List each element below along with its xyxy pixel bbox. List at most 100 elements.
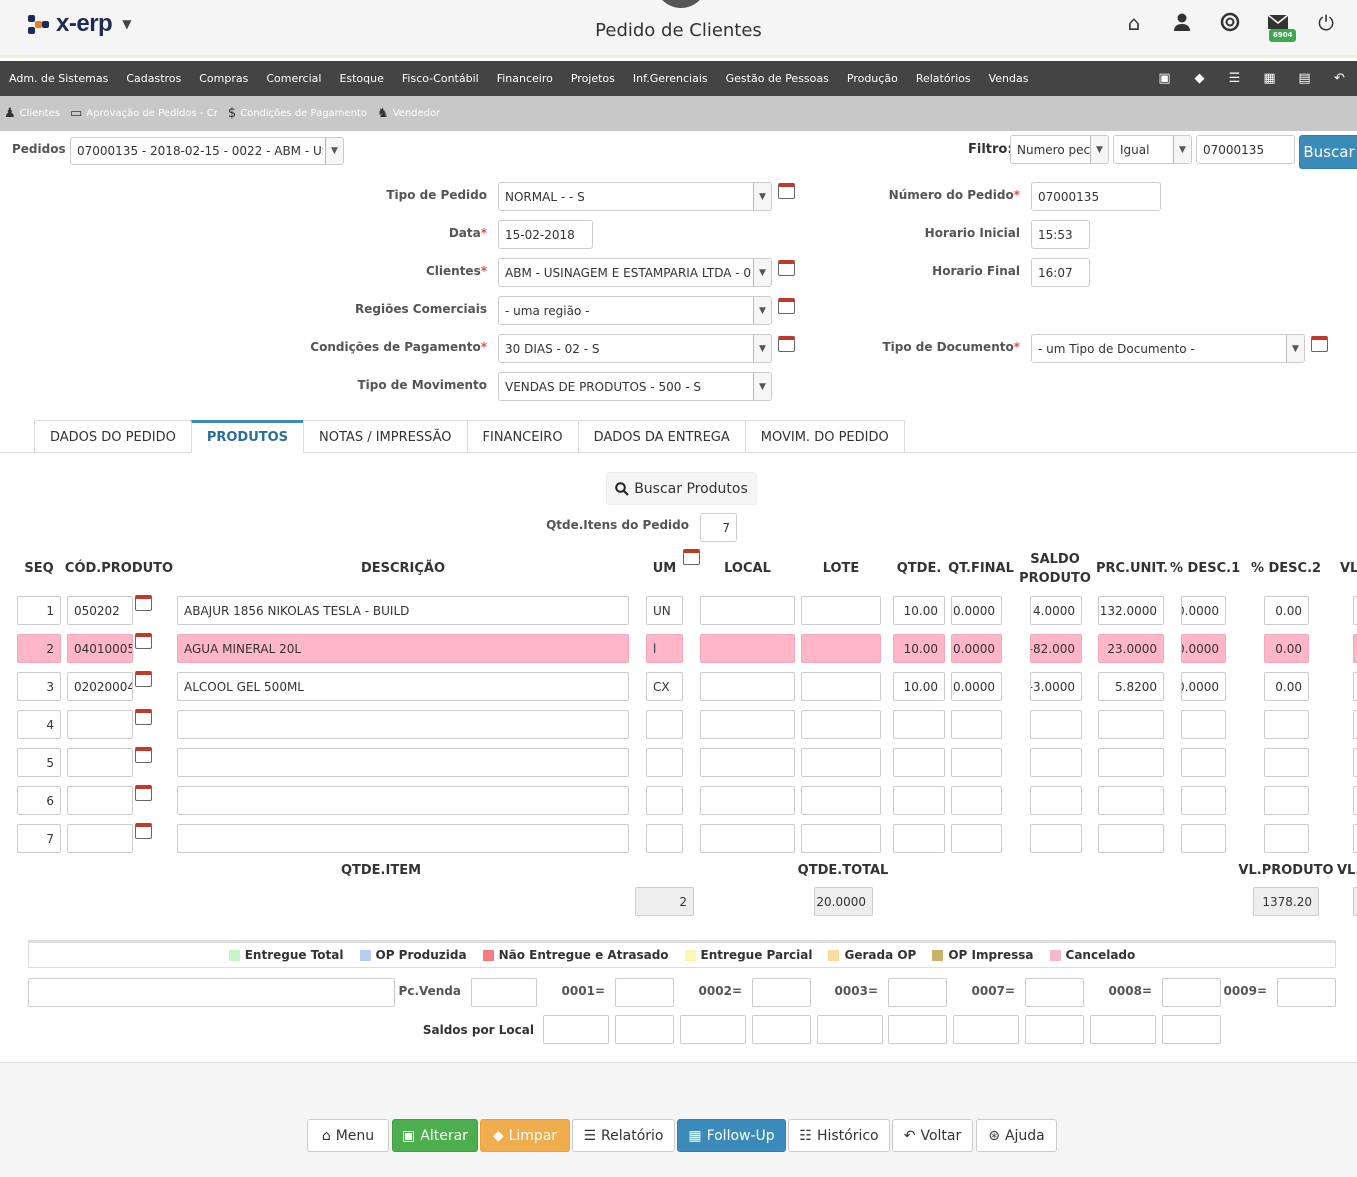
tab-notas-impressao[interactable]: NOTAS / IMPRESSÃO	[303, 420, 468, 453]
shortcut-vendedor[interactable]: ♞ Vendedor	[377, 106, 440, 121]
cell-desc[interactable]	[177, 824, 629, 853]
cell-prc[interactable]: 132.0000	[1098, 596, 1164, 625]
data-input[interactable]: 15-02-2018	[498, 220, 593, 249]
tipo-documento-select[interactable]: - um Tipo de Documento - ▼	[1031, 334, 1305, 363]
filtro-field-select[interactable]: Numero pec ▼	[1010, 135, 1109, 164]
price-0008-input[interactable]	[1162, 978, 1221, 1007]
menu-adm-sistemas[interactable]: Adm. de Sistemas	[0, 72, 117, 85]
cell-cod[interactable]: 050202	[67, 596, 133, 625]
cell-lote[interactable]	[801, 710, 881, 739]
cell-qtfinal[interactable]	[951, 824, 1002, 853]
back-arrow-icon[interactable]: ↶	[1322, 71, 1357, 86]
cell-qtfinal[interactable]	[951, 710, 1002, 739]
cell-cod[interactable]	[67, 710, 133, 739]
limpar-button[interactable]: ◆ Limpar	[480, 1119, 570, 1152]
cell-desc2[interactable]: 0.00	[1264, 672, 1309, 701]
cell-cod[interactable]	[67, 824, 133, 853]
cell-qtfinal[interactable]	[951, 786, 1002, 815]
table-icon[interactable]: ▦	[1252, 71, 1287, 86]
cell-um[interactable]: CX	[646, 672, 683, 701]
cell-local[interactable]	[700, 748, 795, 777]
tab-produtos[interactable]: PRODUTOS	[190, 420, 305, 453]
cell-vl[interactable]	[1353, 672, 1357, 701]
cell-saldo[interactable]	[1030, 710, 1082, 739]
cell-desc2[interactable]	[1264, 710, 1309, 739]
condicoes-select[interactable]: 30 DIAS - 02 - S ▼	[498, 334, 772, 363]
price-0002-input[interactable]	[752, 978, 811, 1007]
cell-desc2[interactable]	[1264, 748, 1309, 777]
clientes-select[interactable]: ABM - USINAGEM E ESTAMPARIA LTDA - 002 ▼	[498, 258, 772, 287]
cell-qtde[interactable]: 10.00	[893, 596, 945, 625]
saldo-local-input[interactable]	[615, 1015, 674, 1044]
calendar-icon[interactable]	[135, 595, 152, 611]
save-icon[interactable]: ▣	[1147, 71, 1182, 86]
relatorio-button[interactable]: ☰ Relatório	[572, 1119, 675, 1152]
cell-local[interactable]	[700, 596, 795, 625]
historico-button[interactable]: ☷ Histórico	[788, 1119, 890, 1152]
cell-lote[interactable]	[801, 748, 881, 777]
cell-lote[interactable]	[801, 824, 881, 853]
cell-vl[interactable]	[1353, 748, 1357, 777]
cell-vl[interactable]	[1353, 634, 1357, 663]
calendar-icon[interactable]	[778, 260, 795, 276]
cell-desc[interactable]: ALCOOL GEL 500ML	[177, 672, 629, 701]
cell-prc[interactable]	[1098, 824, 1164, 853]
tab-financeiro[interactable]: FINANCEIRO	[466, 420, 579, 453]
saldo-local-input[interactable]	[1025, 1015, 1084, 1044]
cell-prc[interactable]: 5.8200	[1098, 672, 1164, 701]
cell-um[interactable]: l	[646, 634, 683, 663]
cell-qtfinal[interactable]: 10.0000	[951, 596, 1002, 625]
cell-desc2[interactable]: 0.00	[1264, 634, 1309, 663]
price-note-input[interactable]	[28, 978, 395, 1007]
cell-desc[interactable]: ABAJUR 1856 NIKOLAS TESLA - BUILD	[177, 596, 629, 625]
cell-qtde[interactable]: 10.00	[893, 672, 945, 701]
menu-producao[interactable]: Produção	[838, 72, 907, 85]
tipo-pedido-select[interactable]: NORMAL - - S ▼	[498, 182, 772, 211]
cell-desc[interactable]	[177, 748, 629, 777]
menu-financeiro[interactable]: Financeiro	[488, 72, 562, 85]
tab-dados-entrega[interactable]: DADOS DA ENTREGA	[577, 420, 746, 453]
menu-projetos[interactable]: Projetos	[562, 72, 624, 85]
cell-desc[interactable]	[177, 786, 629, 815]
cell-saldo[interactable]: -3.0000	[1030, 672, 1082, 701]
tab-movim-pedido[interactable]: MOVIM. DO PEDIDO	[744, 420, 905, 453]
numero-pedido-input[interactable]: 07000135	[1031, 182, 1161, 211]
regioes-select[interactable]: - uma região - ▼	[498, 296, 772, 325]
saldo-local-input[interactable]	[888, 1015, 947, 1044]
cell-um[interactable]	[646, 748, 683, 777]
qtde-itens-input[interactable]: 7	[700, 513, 737, 542]
saldo-local-input[interactable]	[1162, 1015, 1221, 1044]
cell-local[interactable]	[700, 672, 795, 701]
horario-final-input[interactable]: 16:07	[1031, 258, 1090, 287]
power-icon[interactable]: ⏻	[1315, 12, 1337, 34]
lifebuoy-icon[interactable]	[1219, 12, 1241, 34]
calendar-icon[interactable]	[683, 549, 700, 565]
cell-desc1[interactable]	[1181, 786, 1226, 815]
calendar-icon[interactable]	[135, 747, 152, 763]
price-0007-input[interactable]	[1025, 978, 1084, 1007]
eraser-icon[interactable]: ◆	[1182, 71, 1217, 86]
shortcut-aprovacao-pedidos[interactable]: ▭ Aprovação de Pedidos - Cr	[70, 106, 218, 121]
menu-compras[interactable]: Compras	[190, 72, 257, 85]
menu-inf-gerenciais[interactable]: Inf.Gerenciais	[624, 72, 717, 85]
saldo-local-input[interactable]	[680, 1015, 746, 1044]
cell-local[interactable]	[700, 710, 795, 739]
cell-desc1[interactable]: 0.0000	[1181, 596, 1226, 625]
price-0001-input[interactable]	[615, 978, 674, 1007]
pc-venda-input[interactable]	[471, 978, 537, 1007]
cell-desc[interactable]	[177, 710, 629, 739]
calendar-icon[interactable]	[135, 671, 152, 687]
cell-lote[interactable]	[801, 634, 881, 663]
shortcut-condicoes-pagamento[interactable]: $ Condições de Pagamento	[228, 106, 367, 121]
cell-saldo[interactable]: 4.0000	[1030, 596, 1082, 625]
cell-local[interactable]	[700, 634, 795, 663]
voltar-button[interactable]: ↶ Voltar	[892, 1119, 973, 1152]
home-icon[interactable]: ⌂	[1123, 12, 1145, 34]
horario-inicial-input[interactable]: 15:53	[1031, 220, 1090, 249]
tab-dados-pedido[interactable]: DADOS DO PEDIDO	[34, 420, 192, 453]
ajuda-button[interactable]: ⊛ Ajuda	[976, 1119, 1057, 1152]
calendar-icon[interactable]	[135, 785, 152, 801]
menu-relatorios[interactable]: Relatórios	[907, 72, 980, 85]
menu-estoque[interactable]: Estoque	[330, 72, 392, 85]
buscar-button[interactable]: Buscar	[1299, 135, 1357, 169]
